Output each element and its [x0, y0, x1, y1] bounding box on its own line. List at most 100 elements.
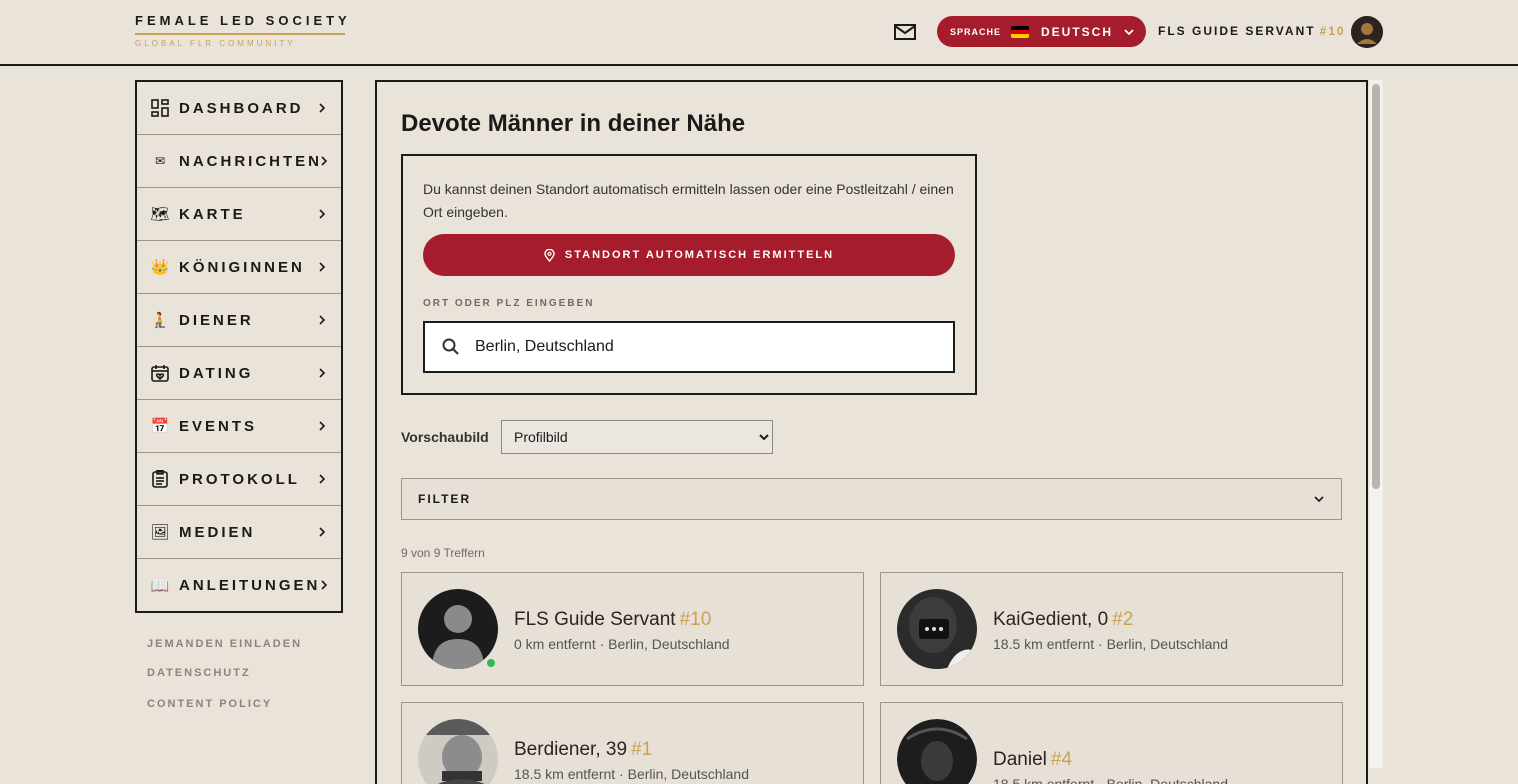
user-menu[interactable]: FLS GUIDE SERVANT #10 [1158, 24, 1346, 38]
location-input-label: ORT ODER PLZ EINGEBEN [423, 298, 595, 309]
chevron-down-icon [1124, 28, 1134, 35]
sidebar-item-label: DATING [179, 364, 254, 382]
auto-locate-label: STANDORT AUTOMATISCH ERMITTELN [564, 249, 835, 261]
sidebar-item-label: KARTE [179, 205, 246, 223]
chevron-right-icon [319, 421, 326, 431]
search-icon [442, 338, 459, 355]
profile-rank: #10 [679, 609, 712, 630]
brand-logo[interactable]: FEMALE LED SOCIETY GLOBAL FLR COMMUNITY [135, 13, 351, 48]
avatar[interactable] [1351, 16, 1383, 48]
sidebar-item-events[interactable]: 📅 EVENTS [137, 400, 341, 453]
main-panel: Devote Männer in deiner Nähe Du kannst d… [375, 80, 1368, 784]
chevron-right-icon [321, 580, 328, 590]
sidebar-item-medien[interactable]: 🖼 MEDIEN [137, 506, 341, 559]
auto-locate-button[interactable]: STANDORT AUTOMATISCH ERMITTELN [423, 234, 955, 276]
profile-card[interactable]: Daniel #4 18.5 km entfernt · Berlin, Deut… [880, 702, 1343, 784]
sidebar-item-protokoll[interactable]: PROTOKOLL [137, 453, 341, 506]
language-name: DEUTSCH [1041, 24, 1114, 39]
sidebar-item-diener[interactable]: 🧎 DIENER [137, 294, 341, 347]
sidebar-item-karte[interactable]: 🗺 KARTE [137, 188, 341, 241]
avatar [897, 589, 977, 669]
online-indicator [485, 657, 497, 669]
profile-name: FLS Guide Servant [514, 609, 676, 630]
location-box: Du kannst deinen Standort automatisch er… [401, 154, 977, 395]
calendar-17-icon: 📅 [150, 418, 170, 435]
flag-de-icon [1011, 25, 1030, 38]
sidebar-item-label: NACHRICHTEN [179, 152, 322, 170]
sidebar-item-label: MEDIEN [179, 523, 256, 541]
profile-rank: #1 [631, 739, 653, 760]
profile-rank: #2 [1112, 609, 1134, 630]
profile-name-row: Daniel #4 [993, 749, 1072, 771]
location-search-field[interactable] [423, 321, 955, 373]
profile-card[interactable]: Berdiener, 39 #1 18.5 km entfernt · Berli… [401, 702, 864, 784]
brand-underline [135, 33, 345, 35]
profile-distance: 18.5 km entfernt · Berlin, Deutschland [993, 636, 1229, 652]
language-prefix: SPRACHE [950, 26, 1002, 37]
profile-name-row: Berdiener, 39 #1 [514, 739, 652, 761]
chevron-right-icon [319, 209, 326, 219]
open-book-icon: 📖 [150, 577, 170, 595]
chevron-down-icon [1314, 496, 1324, 503]
sidebar-item-dashboard[interactable]: DASHBOARD [137, 82, 341, 135]
language-selector[interactable]: SPRACHE DEUTSCH [937, 16, 1146, 47]
calendar-heart-icon [149, 362, 171, 384]
brand-subtitle: GLOBAL FLR COMMUNITY [135, 39, 296, 48]
main-scrollbar[interactable] [1369, 80, 1383, 768]
sidebar-item-label: EVENTS [179, 417, 258, 435]
profile-card[interactable]: KaiGedient, 0 #2 18.5 km entfernt · Berli… [880, 572, 1343, 686]
sidebar-item-koeniginnen[interactable]: 👑 KÖNIGINNEN [137, 241, 341, 294]
content-policy-link[interactable]: CONTENT POLICY [147, 698, 302, 710]
user-rank: #10 [1319, 24, 1346, 38]
mail-icon[interactable] [893, 22, 917, 42]
avatar [418, 719, 498, 784]
invite-link[interactable]: JEMANDEN EINLADEN [147, 638, 302, 650]
location-info-text: Du kannst deinen Standort automatisch er… [423, 181, 954, 220]
sidebar-footer-links: JEMANDEN EINLADEN DATENSCHUTZ CONTENT PO… [147, 638, 302, 710]
preview-label: Vorschaubild [401, 429, 489, 445]
profile-name-row: KaiGedient, 0 #2 [993, 609, 1133, 631]
profile-rank: #4 [1050, 749, 1073, 770]
chevron-right-icon [319, 527, 326, 537]
profile-name: Berdiener, 39 [514, 739, 628, 760]
kneeling-person-icon: 🧎 [150, 312, 170, 329]
profile-distance: 0 km entfernt · Berlin, Deutschland [514, 636, 730, 652]
profile-distance: 18.5 km entfernt · Berlin, Deutschland [993, 776, 1229, 784]
privacy-link[interactable]: DATENSCHUTZ [147, 667, 302, 679]
sidebar-nav: DASHBOARD ✉ NACHRICHTEN 🗺 KARTE 👑 KÖNIGI… [135, 80, 343, 613]
filter-toggle[interactable]: FILTER [401, 478, 1342, 520]
preview-select[interactable]: Profilbild [501, 420, 773, 454]
location-input[interactable] [475, 338, 935, 356]
top-header: FEMALE LED SOCIETY GLOBAL FLR COMMUNITY … [0, 0, 1518, 66]
sidebar-item-label: DASHBOARD [179, 99, 304, 117]
clipboard-icon [149, 468, 171, 490]
sidebar-item-dating[interactable]: DATING [137, 347, 341, 400]
profile-name: KaiGedient, 0 [993, 609, 1109, 630]
brand-title: FEMALE LED SOCIETY [135, 13, 351, 28]
profile-name-row: FLS Guide Servant #10 [514, 609, 711, 631]
chevron-right-icon [319, 474, 326, 484]
avatar [897, 719, 977, 784]
profile-name: Daniel [993, 749, 1047, 770]
envelope-icon: ✉ [154, 154, 166, 168]
chevron-right-icon [319, 315, 326, 325]
scrollbar-thumb[interactable] [1372, 84, 1380, 489]
sidebar-item-label: DIENER [179, 311, 254, 329]
result-count: 9 von 9 Treffern [401, 546, 485, 560]
chevron-right-icon [319, 262, 326, 272]
sidebar-item-anleitungen[interactable]: 📖 ANLEITUNGEN [137, 559, 341, 612]
sidebar-item-nachrichten[interactable]: ✉ NACHRICHTEN [137, 135, 341, 188]
sidebar-item-label: ANLEITUNGEN [179, 577, 321, 594]
chevron-right-icon [321, 156, 328, 166]
map-icon: 🗺 [150, 206, 170, 223]
dashboard-grid-icon [149, 97, 171, 119]
profile-card[interactable]: FLS Guide Servant #10 0 km entfernt · Ber… [401, 572, 864, 686]
sidebar-item-label: PROTOKOLL [179, 470, 300, 488]
profile-distance: 18.5 km entfernt · Berlin, Deutschland [514, 766, 750, 782]
crown-icon: 👑 [150, 259, 170, 276]
chevron-right-icon [319, 368, 326, 378]
location-pin-icon [544, 248, 555, 262]
user-name: FLS GUIDE SERVANT [1158, 24, 1316, 38]
filter-label: FILTER [418, 492, 472, 506]
avatar [418, 589, 498, 669]
